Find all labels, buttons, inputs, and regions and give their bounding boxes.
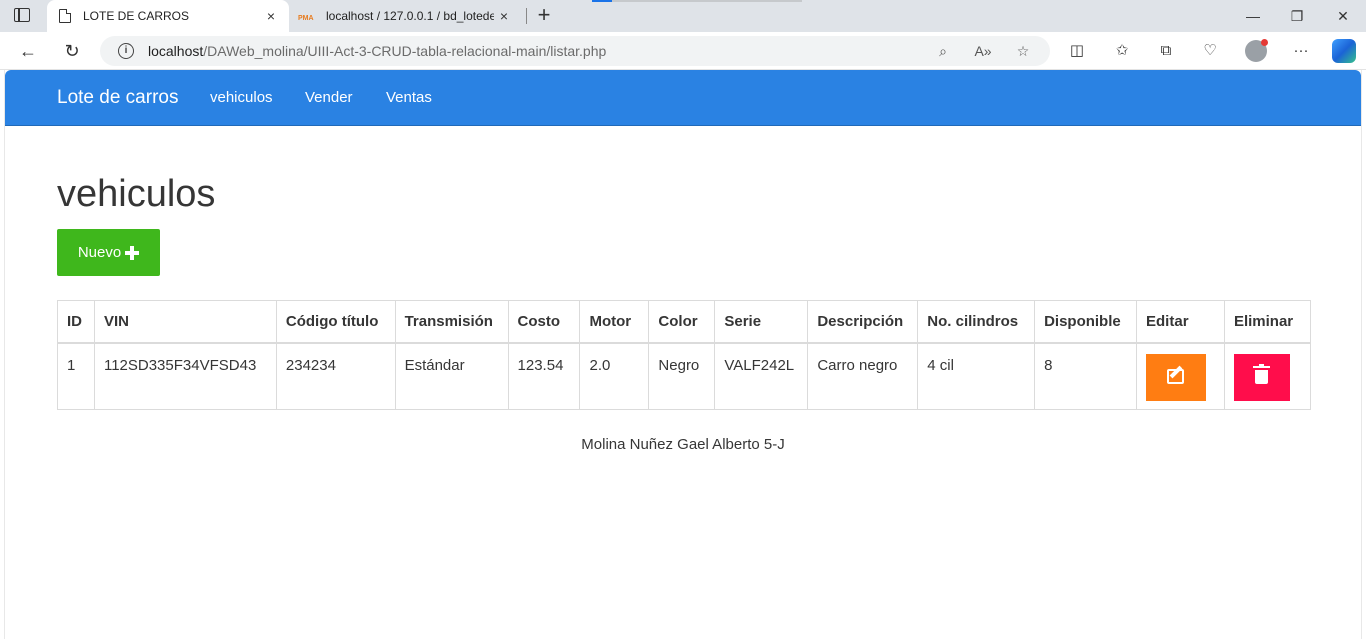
split-screen-icon[interactable]: ◫ — [1067, 41, 1087, 61]
table-row: 1 112SD335F34VFSD43 234234 Estándar 123.… — [57, 342, 1312, 410]
read-aloud-icon[interactable]: A» — [974, 42, 992, 60]
cell-color: Negro — [648, 342, 716, 410]
close-tab-icon[interactable]: × — [494, 8, 514, 24]
header-costo: Costo — [507, 300, 581, 344]
header-motor: Motor — [579, 300, 650, 344]
footer-text: Molina Nuñez Gael Alberto 5-J — [581, 436, 785, 453]
cell-disponible: 8 — [1034, 342, 1138, 410]
tab-divider — [526, 8, 527, 24]
cell-costo: 123.54 — [507, 342, 581, 410]
edit-icon — [1167, 368, 1185, 384]
zoom-icon[interactable]: ⌕ — [934, 42, 952, 60]
cell-eliminar — [1223, 342, 1312, 410]
url-path: /DAWeb_molina/UIII-Act-3-CRUD-tabla-rela… — [203, 43, 607, 59]
window-close-icon[interactable]: ✕ — [1333, 6, 1353, 26]
header-id: ID — [57, 300, 95, 344]
cell-transmision: Estándar — [394, 342, 509, 410]
profile-avatar[interactable] — [1245, 39, 1268, 62]
header-descripcion: Descripción — [807, 300, 919, 344]
vehicles-table: ID VIN Código título Transmisión Costo M… — [57, 300, 1312, 410]
trash-icon — [1252, 363, 1270, 384]
copilot-icon[interactable] — [1332, 39, 1356, 63]
header-vin: VIN — [93, 300, 277, 344]
tab-lote-de-carros[interactable]: LOTE DE CARROS × — [47, 0, 289, 32]
browser-toolbar: ← ↻ i localhost/DAWeb_molina/UIII-Act-3-… — [0, 32, 1366, 70]
cell-codigo-titulo: 234234 — [275, 342, 396, 410]
nav-link-ventas[interactable]: Ventas — [386, 89, 432, 106]
cell-motor: 2.0 — [579, 342, 650, 410]
tab-title: LOTE DE CARROS — [83, 9, 190, 23]
page-title: vehiculos — [57, 173, 216, 215]
refresh-icon[interactable]: ↻ — [61, 40, 83, 62]
header-transmision: Transmisión — [394, 300, 509, 344]
header-eliminar: Eliminar — [1223, 300, 1312, 344]
header-cilindros: No. cilindros — [917, 300, 1036, 344]
cell-editar — [1136, 342, 1225, 410]
page-icon — [59, 9, 71, 23]
header-serie: Serie — [714, 300, 809, 344]
tab-highlight — [592, 0, 612, 2]
cell-serie: VALF242L — [714, 342, 809, 410]
favorites-icon[interactable]: ✩ — [1112, 41, 1132, 61]
url-host: localhost — [148, 43, 204, 59]
new-vehicle-button[interactable]: Nuevo — [57, 229, 160, 276]
minimize-icon[interactable]: — — [1243, 6, 1263, 26]
navbar-brand[interactable]: Lote de carros — [57, 87, 178, 109]
more-options-icon[interactable]: ··· — [1291, 41, 1311, 61]
phpmyadmin-icon: PMA — [298, 15, 314, 22]
tab-phpmyadmin[interactable]: PMA localhost / 127.0.0.1 / bd_lotedec × — [292, 0, 522, 32]
collections-icon[interactable]: ⧉ — [1156, 41, 1176, 61]
address-bar[interactable]: i localhost/DAWeb_molina/UIII-Act-3-CRUD… — [100, 36, 1050, 66]
browser-tab-bar: LOTE DE CARROS × PMA localhost / 127.0.0… — [0, 0, 1366, 32]
page-viewport: Lote de carros vehiculos Vender Ventas v… — [4, 70, 1362, 639]
plus-icon — [125, 245, 140, 260]
table-header-row: ID VIN Código título Transmisión Costo M… — [57, 300, 1312, 344]
restore-icon[interactable]: ❐ — [1287, 6, 1307, 26]
site-info-icon[interactable]: i — [118, 43, 134, 59]
edit-button[interactable] — [1146, 353, 1207, 401]
new-button-label: Nuevo — [77, 244, 122, 261]
back-icon[interactable]: ← — [17, 40, 39, 62]
cell-descripcion: Carro negro — [807, 342, 919, 410]
cell-cilindros: 4 cil — [917, 342, 1036, 410]
header-disponible: Disponible — [1034, 300, 1138, 344]
tab-title: localhost / 127.0.0.1 / bd_lotedec — [326, 9, 494, 23]
cell-vin: 112SD335F34VFSD43 — [93, 342, 277, 410]
new-tab-icon[interactable]: + — [534, 4, 554, 26]
header-editar: Editar — [1136, 300, 1225, 344]
header-color: Color — [648, 300, 716, 344]
tab-actions-icon[interactable] — [14, 8, 30, 22]
nav-link-vender[interactable]: Vender — [305, 89, 353, 106]
delete-button[interactable] — [1233, 353, 1290, 401]
cell-id: 1 — [57, 342, 95, 410]
browser-health-icon[interactable]: ♡ — [1200, 41, 1220, 61]
close-tab-icon[interactable]: × — [261, 8, 281, 24]
favorite-star-icon[interactable]: ☆ — [1014, 42, 1032, 60]
nav-link-vehiculos[interactable]: vehiculos — [210, 89, 273, 106]
top-navbar: Lote de carros vehiculos Vender Ventas — [5, 70, 1361, 126]
tab-highlight-grey — [612, 0, 802, 2]
url-text[interactable]: localhost/DAWeb_molina/UIII-Act-3-CRUD-t… — [148, 43, 606, 59]
header-codigo-titulo: Código título — [275, 300, 396, 344]
